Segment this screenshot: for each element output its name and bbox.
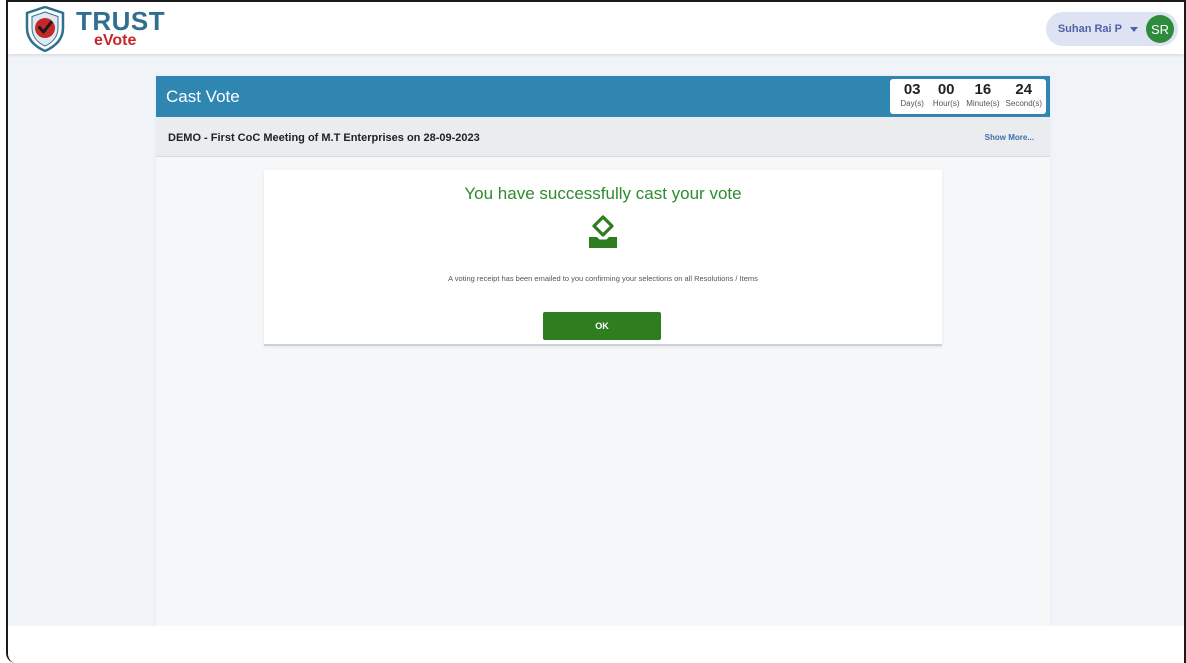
countdown-hours: 00 Hour(s) — [932, 82, 960, 109]
trust-evote-logo[interactable]: TRUST eVote — [24, 6, 184, 52]
avatar: SR — [1146, 15, 1174, 43]
countdown-value: 24 — [1015, 81, 1033, 98]
countdown-label: Day(s) — [900, 99, 924, 108]
ballot-box-icon — [589, 215, 617, 248]
user-menu-button[interactable]: Suhan Rai P SR — [1045, 12, 1178, 46]
receipt-message: A voting receipt has been emailed to you… — [448, 274, 758, 283]
vote-success-card: You have successfully cast your vote A v… — [264, 170, 942, 346]
countdown-value: 03 — [903, 81, 921, 98]
panel-header: Cast Vote 03 Day(s) 00 Hour(s) 16 Minute… — [156, 76, 1050, 117]
success-heading: You have successfully cast your vote — [464, 184, 742, 203]
logo-text-evote: eVote — [94, 32, 137, 49]
countdown-label: Hour(s) — [932, 99, 960, 108]
page-title: Cast Vote — [166, 87, 240, 106]
footer-area — [8, 626, 1184, 663]
meeting-title: DEMO - First CoC Meeting of M.T Enterpri… — [168, 132, 480, 144]
countdown-label: Second(s) — [1005, 99, 1042, 108]
countdown-minutes: 16 Minute(s) — [966, 82, 999, 109]
cast-vote-panel: Cast Vote 03 Day(s) 00 Hour(s) 16 Minute… — [156, 76, 1050, 626]
show-more-link[interactable]: Show More... — [985, 133, 1034, 142]
app-window: TRUST eVote Suhan Rai P SR Cast Vote 03 … — [6, 0, 1186, 663]
ok-button[interactable]: OK — [543, 312, 661, 340]
countdown-value: 16 — [974, 81, 992, 98]
top-navbar: TRUST eVote Suhan Rai P SR — [8, 2, 1184, 54]
countdown-timer: 03 Day(s) 00 Hour(s) 16 Minute(s) 24 Sec… — [890, 79, 1046, 114]
shield-check-icon — [25, 6, 65, 52]
meeting-info-bar: DEMO - First CoC Meeting of M.T Enterpri… — [156, 117, 1050, 157]
countdown-value: 00 — [937, 81, 955, 98]
logo-text-trust: TRUST — [76, 6, 166, 36]
countdown-label: Minute(s) — [966, 99, 1000, 108]
countdown-seconds: 24 Second(s) — [1006, 82, 1042, 109]
user-name: Suhan Rai P — [1057, 23, 1122, 35]
countdown-days: 03 Day(s) — [898, 82, 926, 109]
caret-down-icon — [1130, 26, 1138, 32]
